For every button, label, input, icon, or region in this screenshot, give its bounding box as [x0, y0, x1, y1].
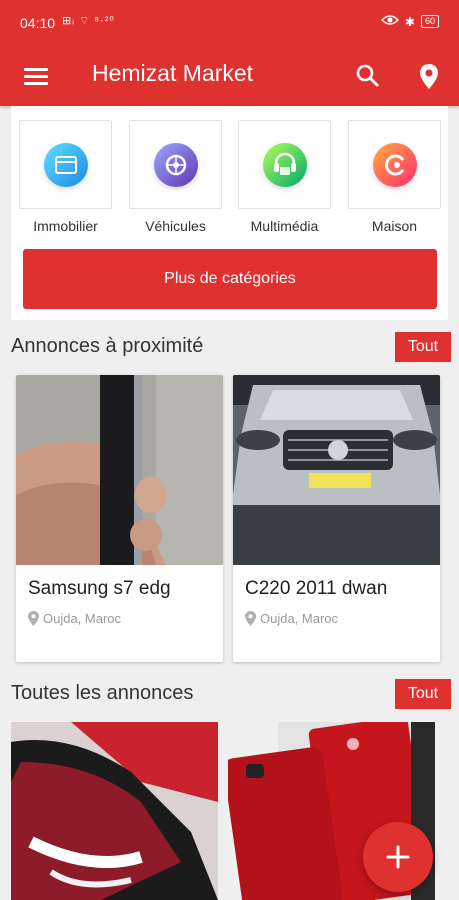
home-icon: [373, 143, 417, 187]
app-title: Hemizat Market: [92, 60, 254, 86]
status-bar: 04:10 ⊞ᵢ ⌔ ⁸·²⁰ ✱ 60: [0, 0, 459, 46]
product-image-phone: [16, 375, 223, 565]
battery-icon: 60: [420, 15, 439, 28]
product-image-car: [233, 375, 440, 565]
eye-icon: [380, 14, 399, 29]
category-label-maison: Maison: [371, 218, 418, 234]
product-location: Oujda, Maroc: [28, 611, 121, 626]
all-ads-see-all-button[interactable]: Tout: [395, 679, 451, 709]
product-location: Oujda, Maroc: [245, 611, 338, 626]
location-pin-icon: [28, 611, 39, 626]
category-label-immobilier: Immobilier: [33, 218, 98, 234]
status-right-icons: ✱ 60: [380, 14, 439, 29]
bluetooth-icon: ✱: [404, 14, 415, 29]
ad-image-sneakers[interactable]: [11, 722, 218, 900]
search-icon: [356, 64, 379, 87]
location-button[interactable]: [411, 58, 447, 94]
nearby-section-title: Annonces à proximité: [11, 335, 204, 357]
status-time: 04:10: [20, 15, 56, 31]
nearby-see-all-button[interactable]: Tout: [395, 332, 451, 362]
all-ads-section-title: Toutes les annonces: [11, 682, 194, 704]
signal-icons: ⊞ᵢ ⌔ ⁸·²⁰: [62, 15, 115, 27]
app-bar: Hemizat Market: [0, 46, 459, 106]
nearby-card-samsung[interactable]: Samsung s7 edg Oujda, Maroc: [16, 375, 223, 662]
location-pin-icon: [420, 64, 438, 89]
car-wheel-icon: [154, 143, 198, 187]
building-icon: [44, 143, 88, 187]
location-text: Oujda, Maroc: [43, 611, 122, 626]
category-tile-immobilier[interactable]: [19, 120, 112, 209]
category-tile-vehicules[interactable]: [129, 120, 222, 209]
plus-icon: [386, 845, 410, 869]
search-button[interactable]: [350, 58, 386, 94]
add-listing-button[interactable]: [363, 822, 433, 892]
menu-button[interactable]: [18, 58, 54, 94]
category-label-multimedia: Multimédia: [250, 218, 319, 234]
categories-card: Immobilier Véhicules Multimédia Maison P…: [11, 106, 448, 320]
category-tile-multimedia[interactable]: [238, 120, 331, 209]
multimedia-icon: [263, 143, 307, 187]
nearby-card-c220[interactable]: C220 2011 dwan Oujda, Maroc: [233, 375, 440, 662]
category-label-vehicules: Véhicules: [145, 218, 206, 234]
category-tile-maison[interactable]: [348, 120, 441, 209]
location-text: Oujda, Maroc: [260, 611, 339, 626]
location-pin-icon: [245, 611, 256, 626]
more-categories-button[interactable]: Plus de catégories: [23, 249, 437, 309]
product-title: Samsung s7 edg: [28, 578, 171, 599]
product-title: C220 2011 dwan: [245, 578, 388, 599]
